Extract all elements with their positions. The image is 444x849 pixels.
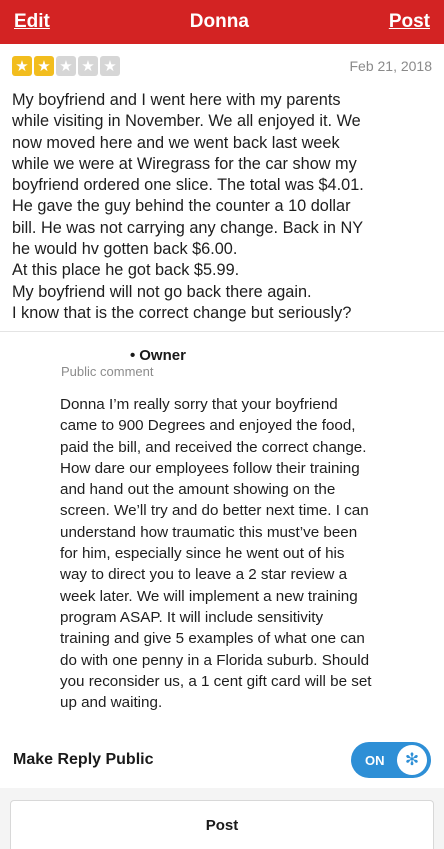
star-icon: ★	[78, 56, 98, 76]
review-text: My boyfriend and I went here with my par…	[12, 91, 364, 322]
top-navigation-bar: Edit Donna Post	[0, 0, 444, 44]
review-date: Feb 21, 2018	[349, 58, 432, 74]
owner-label: • Owner	[130, 345, 440, 365]
post-link[interactable]: Post	[389, 11, 430, 33]
star-icon: ★	[12, 56, 32, 76]
make-reply-public-label: Make Reply Public	[13, 751, 154, 768]
make-reply-public-row: Make Reply Public ON ✻	[13, 740, 431, 780]
star-rating: ★ ★ ★ ★ ★	[12, 56, 120, 76]
star-icon: ★	[56, 56, 76, 76]
toggle-state-text: ON	[365, 752, 385, 768]
bullet-icon: •	[130, 346, 136, 364]
yelp-burst-icon: ✻	[397, 745, 427, 775]
post-button[interactable]: Post	[10, 800, 434, 849]
owner-reply-text: Donna I’m really sorry that your boyfrie…	[60, 396, 372, 712]
star-icon: ★	[34, 56, 54, 76]
make-public-toggle[interactable]: ON ✻	[351, 742, 431, 778]
divider	[0, 331, 444, 332]
visibility-label: Public comment	[61, 364, 154, 379]
edit-link[interactable]: Edit	[14, 11, 50, 33]
owner-label-text: Owner	[139, 346, 186, 364]
owner-reply: • Owner Public comment Donna I’m really …	[60, 345, 440, 713]
star-icon: ★	[100, 56, 120, 76]
rating-row: ★ ★ ★ ★ ★ Feb 21, 2018	[12, 55, 432, 77]
page-title: Donna	[189, 11, 249, 32]
